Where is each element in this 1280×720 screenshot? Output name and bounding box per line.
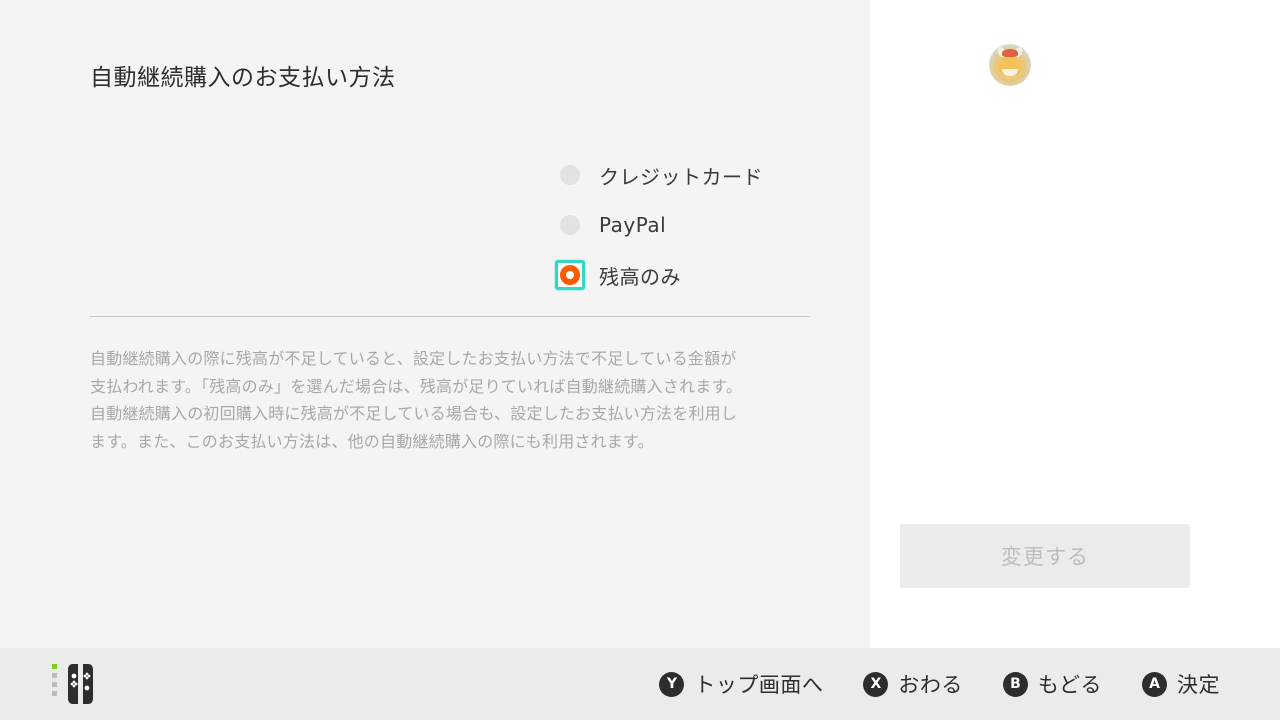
description-line: ます。また、このお支払い方法は、他の自動継続購入の際にも利用されます。	[90, 431, 654, 451]
b-button-icon: B	[1002, 671, 1028, 697]
change-button[interactable]: 変更する	[900, 524, 1190, 588]
description-text: 自動継続購入の際に残高が不足していると、設定したお支払い方法で不足している金額が…	[90, 345, 814, 455]
page-title: 自動継続購入のお支払い方法	[90, 65, 396, 91]
footer-actions: Y トップ画面へ X おわる B もどる A 決定	[619, 648, 1220, 720]
payment-method-options: クレジットカード PayPal 残高のみ	[555, 150, 855, 300]
a-button-icon: A	[1142, 671, 1167, 697]
footer-action-confirm[interactable]: A 決定	[1142, 669, 1220, 699]
option-balance-only[interactable]: 残高のみ	[555, 250, 855, 300]
footer-bar: Y トップ画面へ X おわる B もどる A 決定	[0, 648, 1280, 720]
option-label: クレジットカード	[599, 164, 763, 189]
option-credit-card[interactable]: クレジットカード	[555, 150, 855, 200]
radio-selected-icon	[560, 265, 580, 285]
description-line: 自動継続購入の際に残高が不足していると、設定したお支払い方法で不足している金額が	[90, 349, 737, 368]
description-line: 自動継続購入の初回購入時に残高が不足している場合も、設定したお支払い方法を利用し	[90, 404, 738, 423]
option-paypal[interactable]: PayPal	[555, 200, 855, 250]
x-button-icon: X	[863, 671, 889, 697]
radio-button[interactable]	[555, 160, 585, 190]
footer-action-label: もどる	[1037, 673, 1102, 697]
description-line: 支払われます。「残高のみ」を選んだ場合は、残高が足りていれば自動継続購入されます…	[90, 376, 743, 396]
footer-action-label: おわる	[898, 673, 963, 697]
user-avatar-icon	[989, 44, 1031, 86]
y-button-icon: Y	[659, 671, 685, 697]
screen: 自動継続購入のお支払い方法 クレジットカード PayPal 残高のみ 自動継続購…	[0, 0, 1280, 720]
joycon-controller-icon	[52, 664, 93, 704]
footer-action-label: トップ画面へ	[694, 673, 824, 697]
radio-circle-icon	[560, 165, 580, 185]
option-label: PayPal	[599, 213, 667, 237]
option-label: 残高のみ	[599, 264, 681, 289]
main-panel: 自動継続購入のお支払い方法 クレジットカード PayPal 残高のみ 自動継続購…	[0, 0, 870, 648]
footer-action-back[interactable]: B もどる	[1002, 669, 1102, 699]
footer-action-label: 決定	[1177, 673, 1220, 697]
footer-action-quit[interactable]: X おわる	[863, 669, 963, 699]
footer-action-home[interactable]: Y トップ画面へ	[659, 669, 823, 699]
avatar-hair	[1002, 49, 1018, 57]
radio-circle-icon	[560, 215, 580, 235]
radio-button[interactable]	[555, 210, 585, 240]
divider	[90, 316, 810, 317]
radio-button-selected[interactable]	[555, 260, 585, 290]
